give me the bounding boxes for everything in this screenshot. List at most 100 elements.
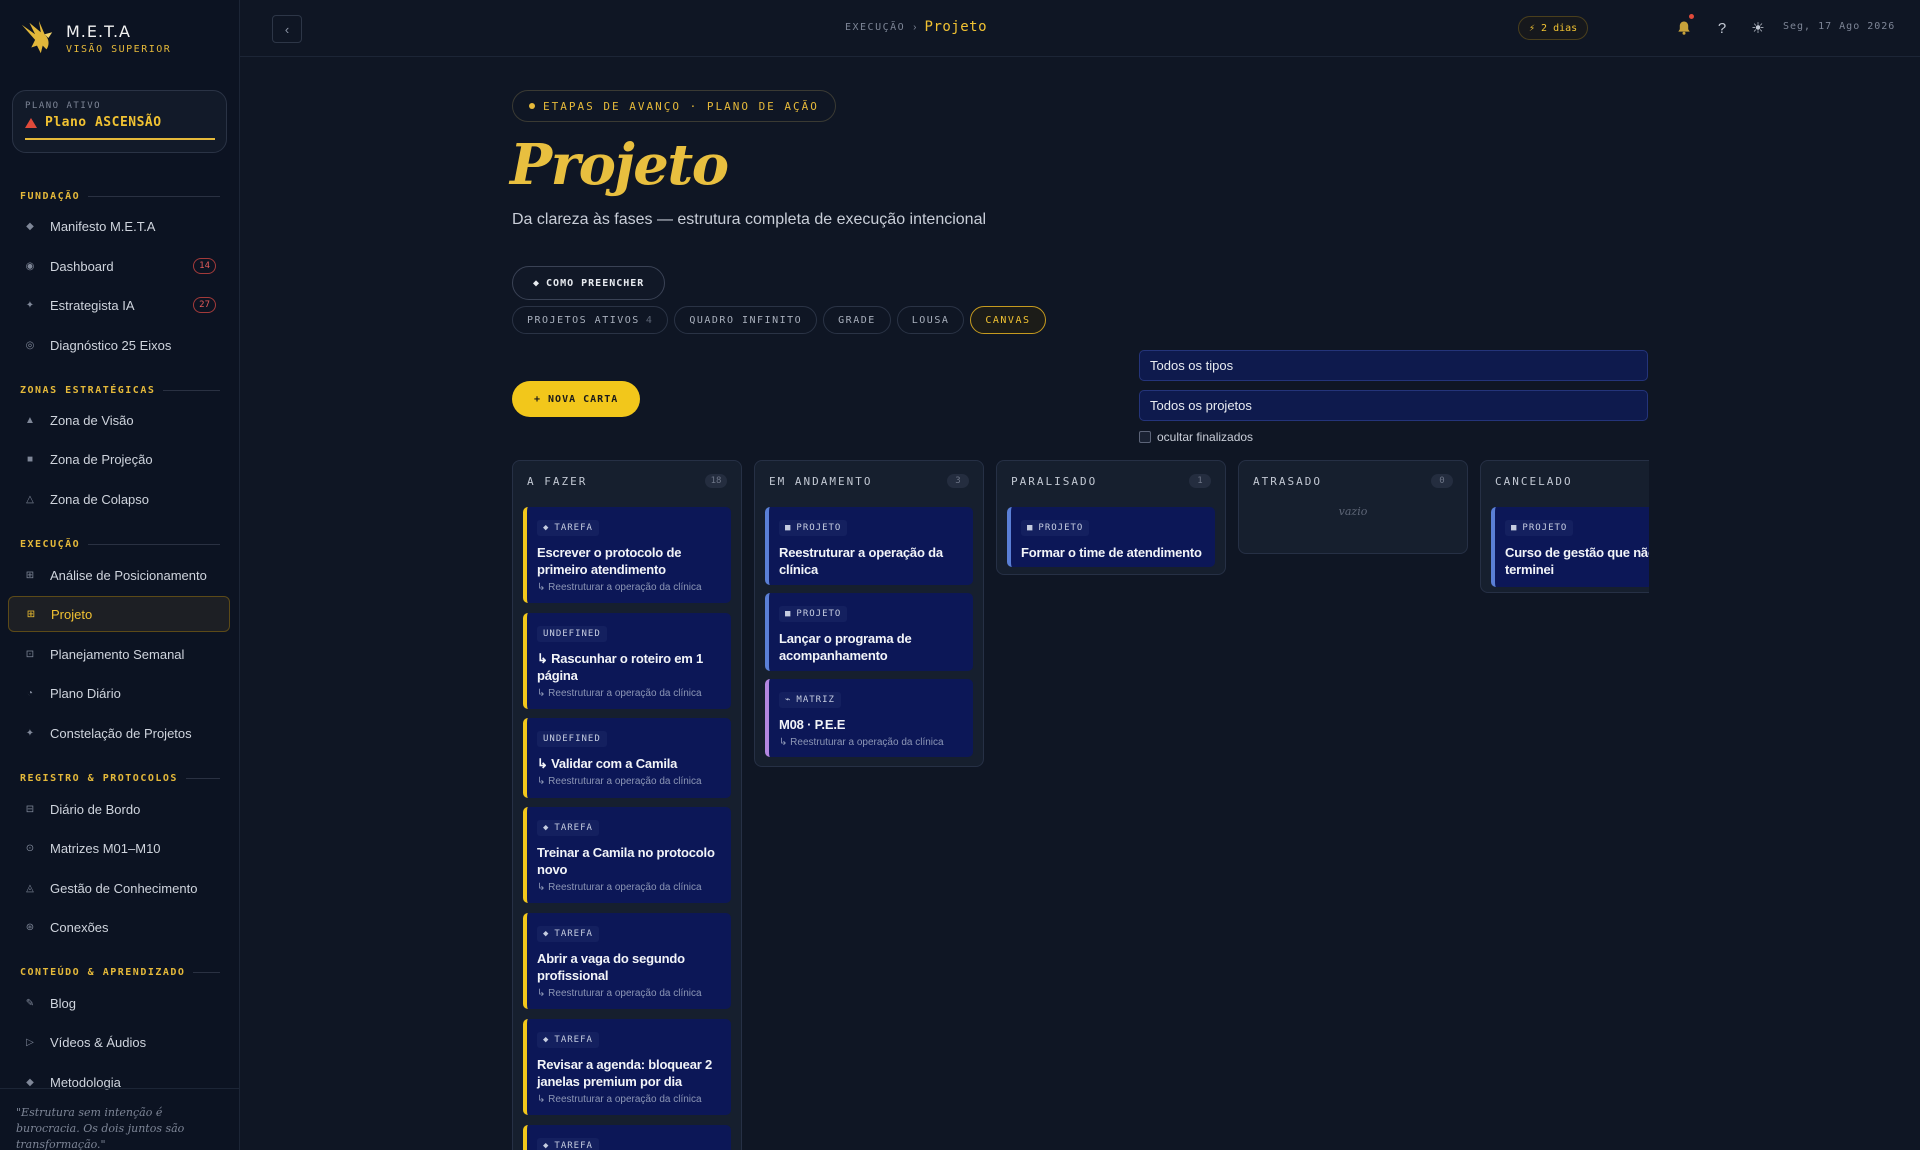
- card-type-tag: ◆ TAREFA: [537, 520, 599, 536]
- column-in-progress: EM ANDAMENTO 3 ■ PROJETO Reestruturar a op…: [754, 460, 984, 767]
- sidebar-item-zona-colapso[interactable]: △ Zona de Colapso: [8, 481, 230, 517]
- notification-badge: 27: [193, 297, 216, 313]
- kanban-card[interactable]: ◆ TAREFA Escrever o protocolo de primeiro…: [523, 507, 731, 603]
- project-filter-select[interactable]: Todos os projetos: [1139, 390, 1648, 421]
- section-eyebrow: ETAPAS DE AVANÇO · PLANO DE AÇÃO: [512, 90, 836, 122]
- kanban-card[interactable]: ⌁ MATRIZ M08 · P.E.E ↳ Reestruturar a oper…: [765, 679, 973, 757]
- sidebar: M.E.T.A VISÃO SUPERIOR PLANO ATIVO Plano…: [0, 0, 240, 1150]
- sidebar-item-plano-diario[interactable]: ◔ Plano Diário: [8, 675, 230, 711]
- collapse-sidebar-button[interactable]: ‹: [272, 15, 302, 43]
- kanban-card[interactable]: UNDEFINED ↳ Validar com a Camila ↳ Reestru…: [523, 718, 731, 798]
- section-divider: [193, 972, 220, 973]
- card-title: Lançar o programa de acompanhamento: [779, 631, 912, 663]
- select-value: Todos os tipos: [1150, 358, 1234, 373]
- pencil-icon: ✎: [25, 997, 35, 1009]
- kanban-card[interactable]: ■ PROJETO Reestruturar a operação da clín…: [765, 507, 973, 585]
- how-to-fill-button[interactable]: ◆ COMO PREENCHER: [512, 266, 666, 300]
- tag-label: PROJETO: [796, 523, 842, 533]
- card-parent: ↳ Reestruturar a operação da clínica: [537, 776, 702, 787]
- new-card-button[interactable]: + NOVA CARTA: [512, 381, 641, 417]
- sidebar-item-estrategista[interactable]: ✦ Estrategista IA 27: [8, 287, 230, 323]
- tab-canvas[interactable]: CANVAS: [970, 306, 1046, 334]
- sidebar-item-videos[interactable]: ▷ Vídeos & Áudios: [8, 1024, 230, 1060]
- sidebar-item-diario-bordo[interactable]: ⊟ Diário de Bordo: [8, 791, 230, 827]
- tag-label: TAREFA: [554, 1141, 593, 1150]
- type-filter-select[interactable]: Todos os tipos: [1139, 350, 1648, 381]
- notifications-button[interactable]: [1672, 14, 1696, 40]
- triangle-outline-icon: △: [26, 493, 34, 505]
- tab-quadro-infinito[interactable]: QUADRO INFINITO: [674, 306, 818, 334]
- tab-grade[interactable]: GRADE: [823, 306, 891, 334]
- breadcrumb: EXECUÇÃO › Projeto: [845, 19, 987, 35]
- node-icon: ⊛: [25, 921, 35, 933]
- sidebar-item-constelacao[interactable]: ✦ Constelação de Projetos: [8, 715, 230, 751]
- streak-badge: ⚡ 2 dias: [1518, 16, 1589, 40]
- sidebar-item-analise[interactable]: ⊞ Análise de Posicionamento: [8, 557, 230, 593]
- sidebar-item-projeto[interactable]: ⊞ Projeto: [8, 596, 230, 632]
- active-plan-card[interactable]: PLANO ATIVO Plano ASCENSÃO: [12, 90, 227, 153]
- help-button[interactable]: ?: [1710, 16, 1734, 40]
- tab-label: QUADRO INFINITO: [689, 314, 803, 326]
- tab-label: PROJETOS ATIVOS: [527, 314, 640, 326]
- sidebar-item-label: Constelação de Projetos: [50, 725, 192, 741]
- tag-label: MATRIZ: [796, 695, 835, 705]
- kanban-card[interactable]: ■ PROJETO Formar o time de atendimento: [1007, 507, 1215, 567]
- target-icon: ⊙: [25, 842, 35, 854]
- kanban-card[interactable]: ◆ TAREFA Revisar a agenda: bloquear 2 jan…: [523, 1019, 731, 1115]
- kanban-card[interactable]: UNDEFINED ↳ Rascunhar o roteiro em 1 pági…: [523, 613, 731, 709]
- sidebar-item-blog[interactable]: ✎ Blog: [8, 985, 230, 1021]
- chevron-right-icon: ›: [913, 21, 917, 33]
- button-label: + NOVA CARTA: [534, 393, 619, 405]
- brand[interactable]: M.E.T.A VISÃO SUPERIOR: [18, 18, 171, 58]
- checkbox[interactable]: [1139, 431, 1151, 443]
- sidebar-item-zona-visao[interactable]: ▲ Zona de Visão: [8, 402, 230, 438]
- current-date: Seg, 17 Ago 2026: [1783, 21, 1896, 32]
- card-title: Revisar a agenda: bloquear 2 janelas pre…: [537, 1057, 713, 1089]
- section-fundacao: FUNDAÇÃO: [20, 191, 220, 202]
- theme-toggle-button[interactable]: ☀: [1746, 16, 1770, 40]
- kanban-card[interactable]: ◆ TAREFA Treinar a Camila no protocolo no…: [523, 807, 731, 903]
- tab-lousa[interactable]: LOUSA: [896, 306, 965, 334]
- page-subtitle: Da clareza às fases — estrutura completa…: [512, 211, 987, 228]
- tag-label: UNDEFINED: [543, 629, 601, 639]
- sun-icon: ☀: [1751, 20, 1765, 37]
- hide-finished-toggle[interactable]: ocultar finalizados: [1139, 430, 1253, 444]
- diamond-icon: ◆: [533, 277, 541, 289]
- card-parent: ↳ Reestruturar a operação da clínica: [537, 688, 702, 699]
- tag-label: PROJETO: [796, 609, 842, 619]
- column-title: ATRASADO: [1253, 474, 1322, 488]
- plan-name: Plano ASCENSÃO: [45, 115, 162, 130]
- sidebar-item-manifesto[interactable]: ◆ Manifesto M.E.T.A: [8, 208, 230, 244]
- section-divider: [88, 196, 220, 197]
- star-icon: ✦: [25, 727, 35, 739]
- sidebar-item-planejamento-semanal[interactable]: ⊡ Planejamento Semanal: [8, 636, 230, 672]
- sidebar-item-conexoes[interactable]: ⊛ Conexões: [8, 909, 230, 945]
- calendar-icon: ⊡: [25, 648, 35, 660]
- tag-label: UNDEFINED: [543, 734, 601, 744]
- card-parent: ↳ Reestruturar a operação da clínica: [537, 1094, 702, 1105]
- column-title: A FAZER: [527, 474, 588, 488]
- tab-label: CANVAS: [985, 314, 1031, 326]
- card-type-tag: UNDEFINED: [537, 626, 607, 642]
- kanban-card[interactable]: ■ PROJETO Curso de gestão que não termine…: [1491, 507, 1649, 587]
- tag-label: TAREFA: [554, 823, 593, 833]
- column-paused: PARALISADO 1 ■ PROJETO Formar o time de at…: [996, 460, 1226, 575]
- column-late: ATRASADO 0 vazio: [1238, 460, 1468, 554]
- kanban-card[interactable]: ◆ TAREFA: [523, 1125, 731, 1150]
- kanban-card[interactable]: ■ PROJETO Lançar o programa de acompanham…: [765, 593, 973, 671]
- sidebar-item-dashboard[interactable]: ◉ Dashboard 14: [8, 248, 230, 284]
- kanban-card[interactable]: ◆ TAREFA Abrir a vaga do segundo profissi…: [523, 913, 731, 1009]
- sidebar-item-gestao-conhecimento[interactable]: ◬ Gestão de Conhecimento: [8, 870, 230, 906]
- tab-projetos-ativos[interactable]: PROJETOS ATIVOS 4: [512, 306, 669, 334]
- eyebrow-text: ETAPAS DE AVANÇO · PLANO DE AÇÃO: [543, 99, 819, 113]
- breadcrumb-parent[interactable]: EXECUÇÃO: [845, 22, 905, 33]
- tag-label: TAREFA: [554, 523, 593, 533]
- sidebar-item-matrizes[interactable]: ⊙ Matrizes M01–M10: [8, 830, 230, 866]
- sparkle-icon: ✦: [25, 299, 35, 311]
- sidebar-item-diagnostico[interactable]: ◎ Diagnóstico 25 Eixos: [8, 327, 230, 363]
- view-tabs: PROJETOS ATIVOS 4 QUADRO INFINITO GRADE L…: [512, 306, 1046, 334]
- diamond-icon: ◆: [26, 220, 34, 232]
- card-type-tag: ■ PROJETO: [779, 606, 848, 622]
- bell-icon: [1678, 21, 1690, 35]
- sidebar-item-zona-projecao[interactable]: ■ Zona de Projeção: [8, 441, 230, 477]
